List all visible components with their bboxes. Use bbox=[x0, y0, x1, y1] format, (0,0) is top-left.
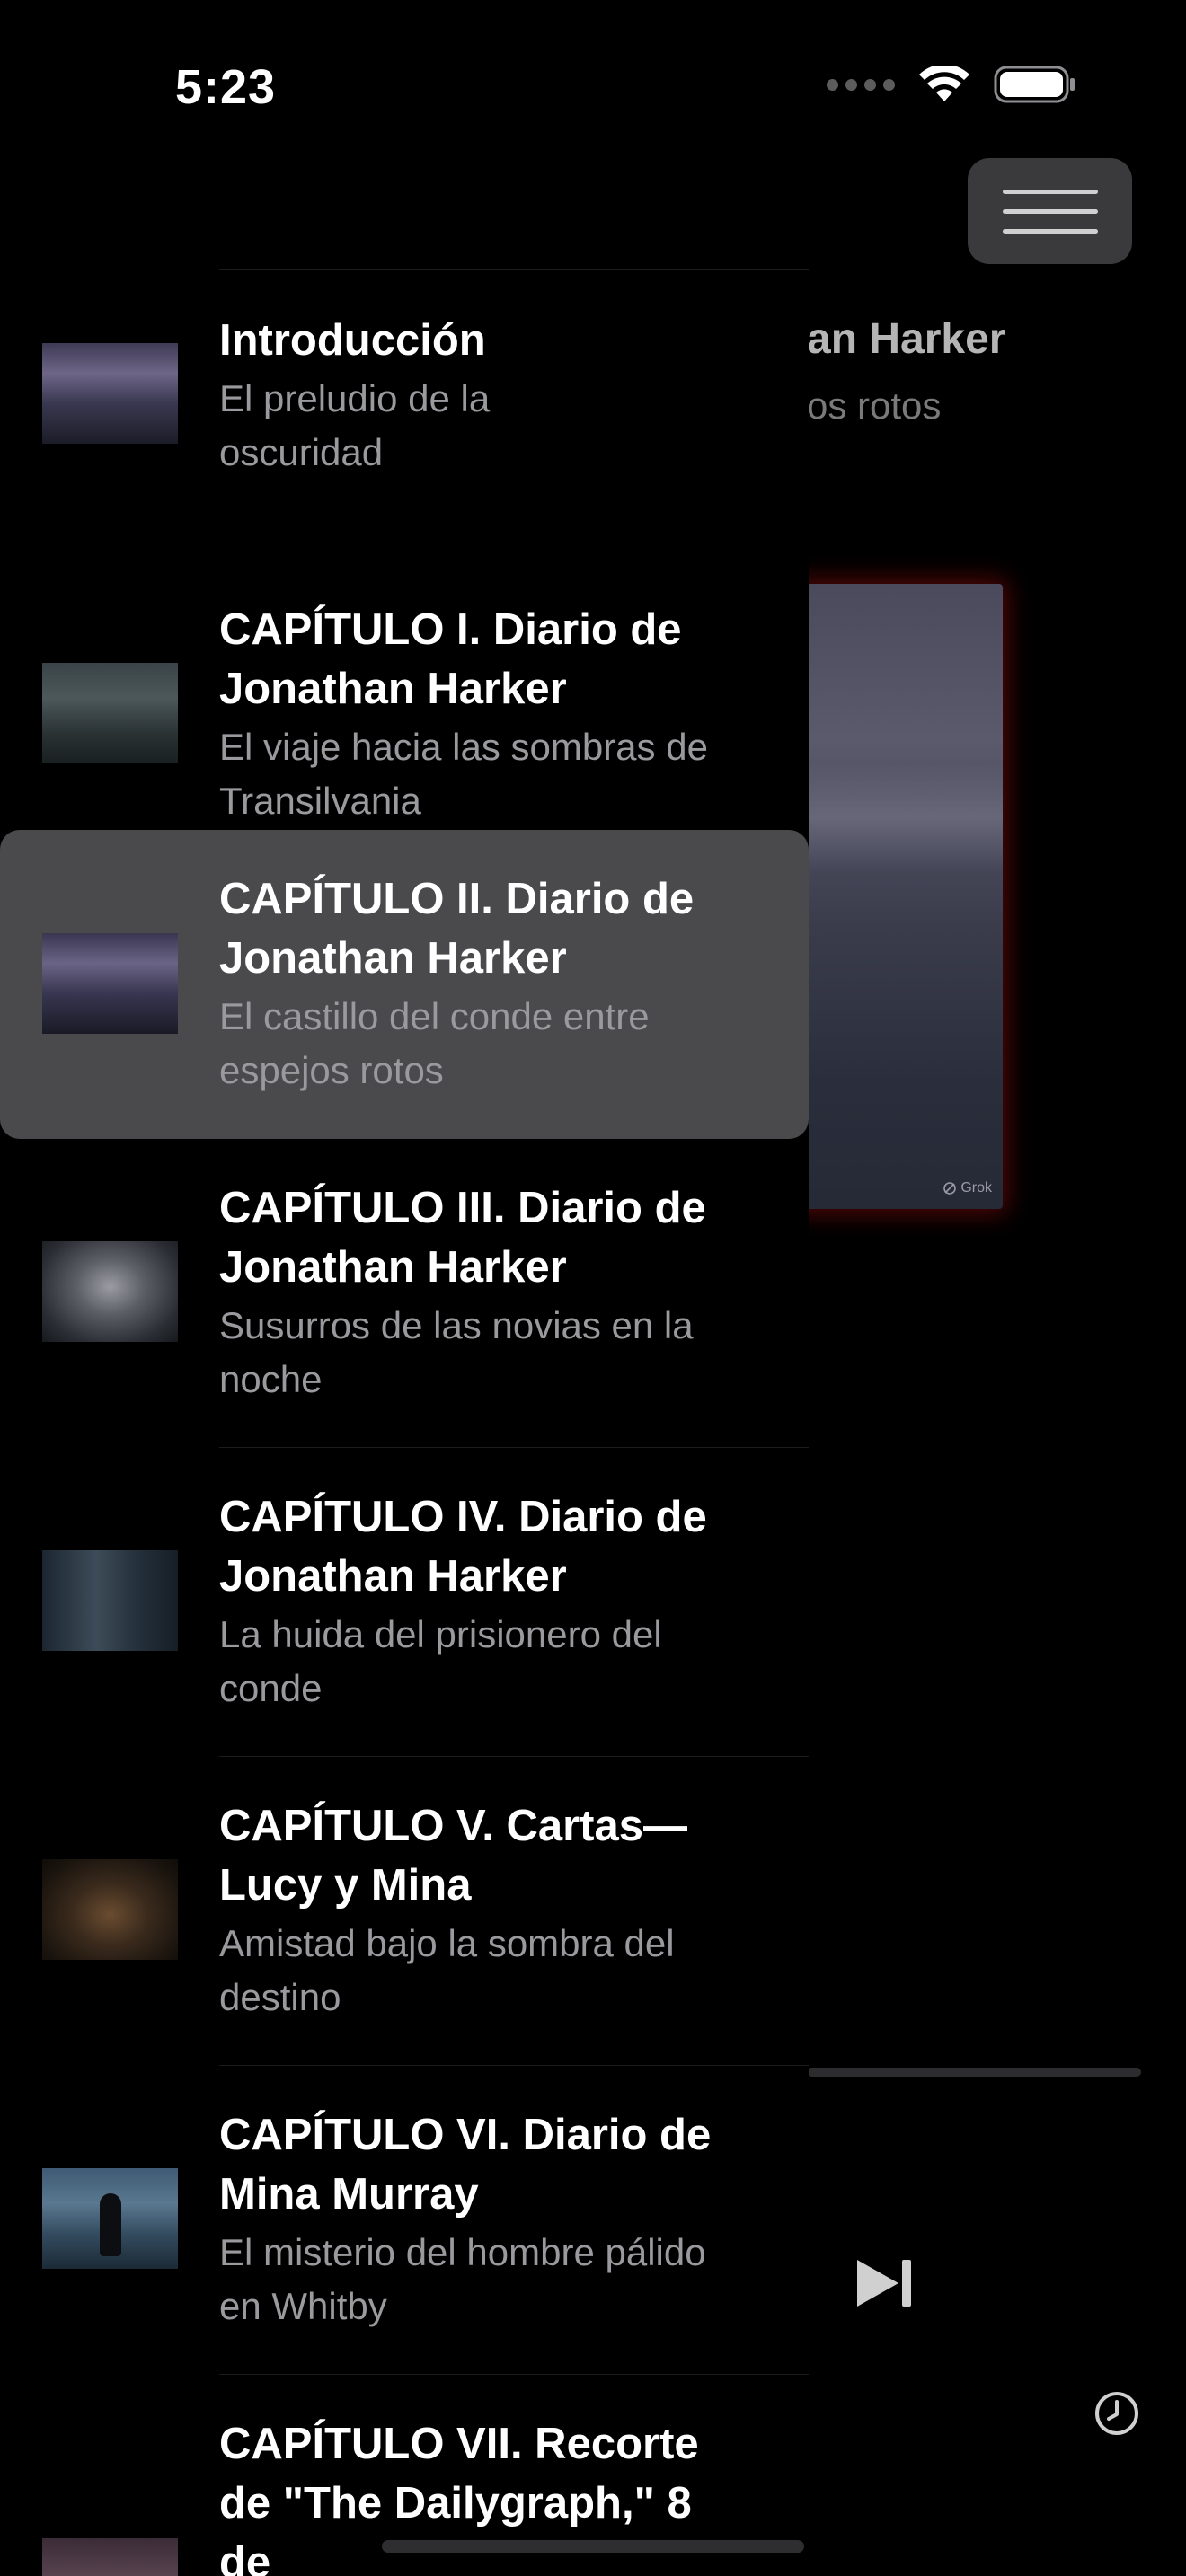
grok-logo-icon bbox=[943, 1182, 957, 1195]
chapter-title: CAPÍTULO I. Diario de Jonathan Harker bbox=[219, 605, 682, 713]
chapter-subtitle: El misterio del hombre pálido en Whitby bbox=[219, 2231, 706, 2327]
chapter-title: CAPÍTULO III. Diario de Jonathan Harker bbox=[219, 1184, 706, 1292]
status-time: 5:23 bbox=[175, 60, 277, 114]
chapter-item-introduccion[interactable]: Introducción El preludio de la oscuridad bbox=[0, 269, 809, 578]
clock-icon[interactable] bbox=[1093, 2389, 1141, 2438]
chapter-thumbnail bbox=[42, 933, 178, 1034]
chapter-item-2-selected[interactable]: CAPÍTULO II. Diario de Jonathan Harker E… bbox=[0, 830, 809, 1139]
chapter-subtitle: El preludio de la oscuridad bbox=[219, 377, 491, 473]
chapter-subtitle: El viaje hacia las sombras de Transilvan… bbox=[219, 726, 708, 822]
chapter-title: CAPÍTULO IV. Diario de Jonathan Harker bbox=[219, 1493, 707, 1601]
chapter-title: CAPÍTULO VI. Diario de Mina Murray bbox=[219, 2111, 712, 2219]
battery-icon bbox=[994, 66, 1075, 103]
chapter-thumbnail bbox=[42, 663, 178, 763]
chapter-thumbnail bbox=[42, 1859, 178, 1960]
chapter-item-4[interactable]: CAPÍTULO IV. Diario de Jonathan Harker L… bbox=[0, 1448, 809, 1757]
chapter-thumbnail bbox=[42, 343, 178, 444]
chapter-subtitle: La huida del prisionero del conde bbox=[219, 1613, 662, 1709]
chapter-thumbnail bbox=[42, 1550, 178, 1651]
chapter-item-3[interactable]: CAPÍTULO III. Diario de Jonathan Harker … bbox=[0, 1139, 809, 1448]
status-icons bbox=[827, 65, 1076, 104]
chapter-title: CAPÍTULO II. Diario de Jonathan Harker bbox=[219, 875, 695, 983]
home-indicator[interactable] bbox=[382, 2540, 804, 2553]
chapter-thumbnail bbox=[42, 2168, 178, 2269]
chapter-item-6[interactable]: CAPÍTULO VI. Diario de Mina Murray El mi… bbox=[0, 2066, 809, 2375]
chapter-thumbnail bbox=[42, 2538, 178, 2576]
cover-watermark: Grok bbox=[943, 1180, 992, 1196]
chapter-thumbnail bbox=[42, 1241, 178, 1342]
chapter-title: CAPÍTULO V. Cartas—Lucy y Mina bbox=[219, 1802, 687, 1910]
chapter-drawer: Introducción El preludio de la oscuridad… bbox=[0, 269, 809, 2576]
menu-button[interactable] bbox=[968, 158, 1132, 264]
chapter-item-5[interactable]: CAPÍTULO V. Cartas—Lucy y Mina Amistad b… bbox=[0, 1757, 809, 2066]
skip-forward-icon[interactable] bbox=[854, 2256, 916, 2310]
episode-subtitle: os rotos bbox=[807, 384, 942, 427]
chapter-subtitle: Amistad bajo la sombra del destino bbox=[219, 1922, 675, 2018]
chapter-title: Introducción bbox=[219, 316, 486, 365]
cover-image: Grok bbox=[791, 584, 1003, 1209]
signal-icon bbox=[827, 78, 895, 91]
chapter-subtitle: Susurros de las novias en la noche bbox=[219, 1304, 694, 1400]
wifi-icon bbox=[919, 66, 969, 101]
playback-progress-bar[interactable] bbox=[807, 2068, 1141, 2077]
episode-title: an Harker bbox=[807, 315, 1006, 363]
hamburger-icon bbox=[1002, 189, 1098, 194]
chapter-subtitle: El castillo del conde entre espejos roto… bbox=[219, 995, 650, 1091]
